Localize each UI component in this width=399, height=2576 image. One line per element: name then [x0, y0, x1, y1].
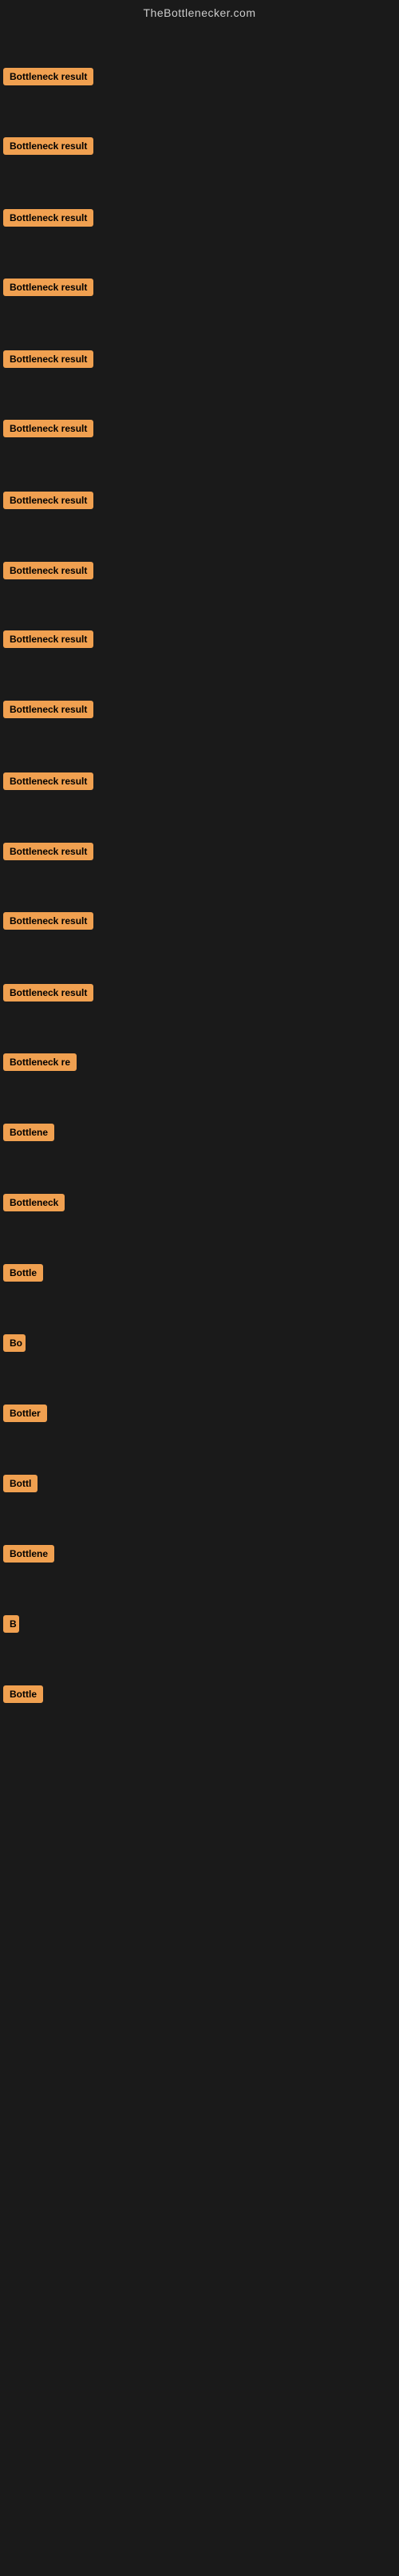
site-title: TheBottlenecker.com — [0, 0, 399, 22]
bottleneck-badge-24[interactable]: Bottle — [3, 1685, 43, 1703]
bottleneck-badge-6[interactable]: Bottleneck result — [3, 420, 93, 437]
bottleneck-badge-22[interactable]: Bottlene — [3, 1545, 54, 1563]
bottleneck-badge-8[interactable]: Bottleneck result — [3, 562, 93, 579]
badge-wrapper-15: Bottleneck re — [3, 1053, 77, 1075]
badge-wrapper-12: Bottleneck result — [3, 843, 93, 864]
bottleneck-badge-21[interactable]: Bottl — [3, 1475, 38, 1492]
bottleneck-badge-12[interactable]: Bottleneck result — [3, 843, 93, 860]
badge-wrapper-19: Bo — [3, 1334, 26, 1356]
bottleneck-badge-17[interactable]: Bottleneck — [3, 1194, 65, 1211]
badge-wrapper-11: Bottleneck result — [3, 772, 93, 794]
badges-container: Bottleneck result Bottleneck result Bottle… — [0, 22, 399, 2576]
badge-wrapper-8: Bottleneck result — [3, 562, 93, 583]
bottleneck-badge-16[interactable]: Bottlene — [3, 1124, 54, 1141]
badge-wrapper-16: Bottlene — [3, 1124, 54, 1145]
badge-wrapper-23: B — [3, 1615, 19, 1637]
bottleneck-badge-20[interactable]: Bottler — [3, 1405, 47, 1422]
bottleneck-badge-2[interactable]: Bottleneck result — [3, 137, 93, 155]
badge-wrapper-17: Bottleneck — [3, 1194, 65, 1215]
bottleneck-badge-7[interactable]: Bottleneck result — [3, 492, 93, 509]
bottleneck-badge-9[interactable]: Bottleneck result — [3, 630, 93, 648]
badge-wrapper-22: Bottlene — [3, 1545, 54, 1567]
bottleneck-badge-13[interactable]: Bottleneck result — [3, 912, 93, 930]
bottleneck-badge-10[interactable]: Bottleneck result — [3, 701, 93, 718]
badge-wrapper-6: Bottleneck result — [3, 420, 93, 441]
page-wrapper: TheBottlenecker.com Bottleneck resultBot… — [0, 0, 399, 2576]
badge-wrapper-7: Bottleneck result — [3, 492, 93, 513]
badge-wrapper-4: Bottleneck result — [3, 279, 93, 300]
bottleneck-badge-1[interactable]: Bottleneck result — [3, 68, 93, 85]
bottleneck-badge-19[interactable]: Bo — [3, 1334, 26, 1352]
badge-wrapper-2: Bottleneck result — [3, 137, 93, 159]
bottleneck-badge-23[interactable]: B — [3, 1615, 19, 1633]
bottleneck-badge-11[interactable]: Bottleneck result — [3, 772, 93, 790]
badge-wrapper-5: Bottleneck result — [3, 350, 93, 372]
badge-wrapper-13: Bottleneck result — [3, 912, 93, 934]
badge-wrapper-20: Bottler — [3, 1405, 47, 1426]
bottleneck-badge-5[interactable]: Bottleneck result — [3, 350, 93, 368]
badge-wrapper-24: Bottle — [3, 1685, 43, 1707]
badge-wrapper-3: Bottleneck result — [3, 209, 93, 231]
bottleneck-badge-18[interactable]: Bottle — [3, 1264, 43, 1282]
bottleneck-badge-15[interactable]: Bottleneck re — [3, 1053, 77, 1071]
bottleneck-badge-14[interactable]: Bottleneck result — [3, 984, 93, 1002]
badge-wrapper-14: Bottleneck result — [3, 984, 93, 1006]
badge-wrapper-10: Bottleneck result — [3, 701, 93, 722]
badge-wrapper-9: Bottleneck result — [3, 630, 93, 652]
badge-wrapper-1: Bottleneck result — [3, 68, 93, 89]
badge-wrapper-18: Bottle — [3, 1264, 43, 1286]
badge-wrapper-21: Bottl — [3, 1475, 38, 1496]
bottleneck-badge-3[interactable]: Bottleneck result — [3, 209, 93, 227]
bottleneck-badge-4[interactable]: Bottleneck result — [3, 279, 93, 296]
